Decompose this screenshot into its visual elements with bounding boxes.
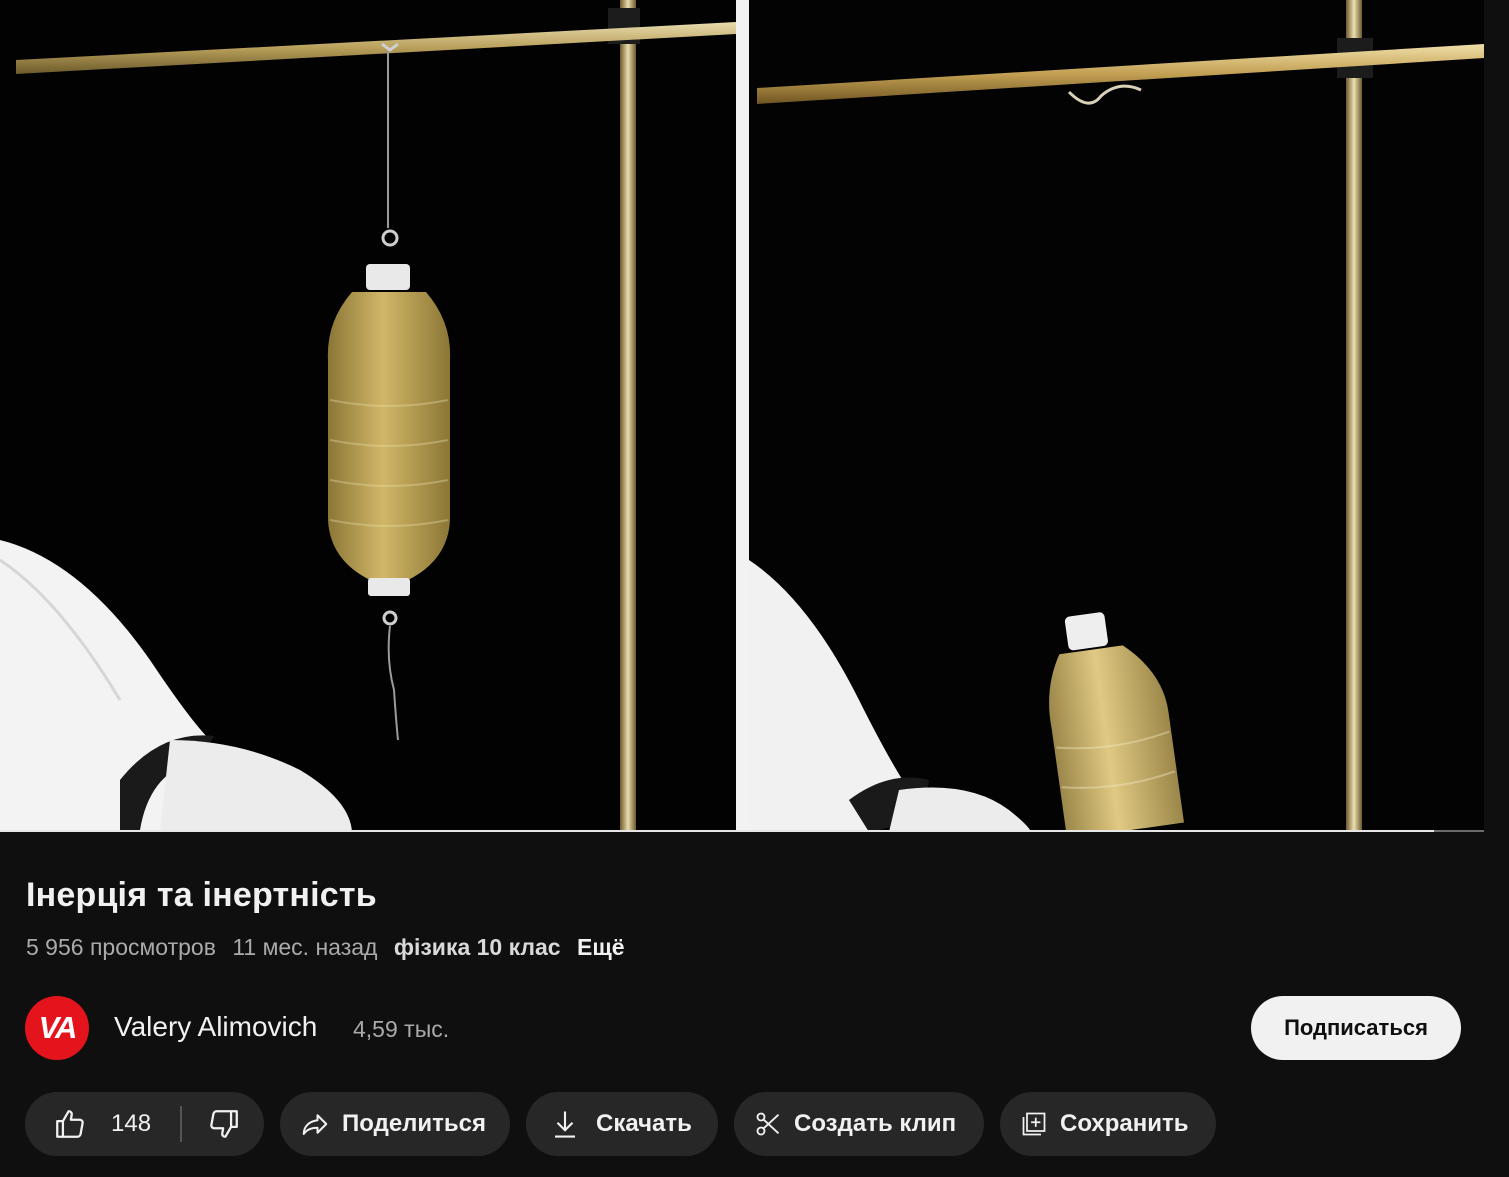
create-clip-label: Создать клип bbox=[794, 1110, 957, 1137]
channel-row: VA Valery Alimovich 4,59 тыс. Подписатьс… bbox=[25, 996, 1465, 1060]
subscriber-count: 4,59 тыс. bbox=[353, 1016, 450, 1042]
share-label: Поделиться bbox=[342, 1110, 487, 1137]
create-clip-button[interactable]: Создать клип bbox=[734, 1092, 984, 1156]
progress-bar[interactable] bbox=[0, 830, 1484, 832]
scissors-icon bbox=[756, 1112, 780, 1136]
download-label: Скачать bbox=[596, 1110, 692, 1137]
like-button[interactable]: 148 bbox=[25, 1092, 180, 1156]
scrollbar-gutter bbox=[1484, 0, 1509, 1177]
like-separator bbox=[180, 1106, 182, 1142]
channel-avatar[interactable]: VA bbox=[25, 996, 89, 1060]
video-player[interactable] bbox=[0, 0, 1484, 832]
share-icon bbox=[302, 1114, 328, 1135]
dislike-button[interactable] bbox=[183, 1092, 264, 1156]
progress-fill bbox=[0, 830, 1434, 832]
save-button[interactable]: Сохранить bbox=[1000, 1092, 1216, 1156]
video-frame-left bbox=[0, 0, 736, 832]
subscribe-button[interactable]: Подписаться bbox=[1251, 996, 1461, 1060]
save-playlist-icon bbox=[1022, 1112, 1046, 1136]
frame-divider bbox=[736, 0, 749, 832]
hashtag-link[interactable]: фізика 10 клас bbox=[394, 934, 561, 960]
download-icon bbox=[555, 1111, 575, 1138]
share-button[interactable]: Поделиться bbox=[280, 1092, 510, 1156]
thumbs-down-icon bbox=[209, 1110, 238, 1138]
view-count: 5 956 просмотров bbox=[26, 934, 216, 960]
download-button[interactable]: Скачать bbox=[526, 1092, 718, 1156]
save-label: Сохранить bbox=[1060, 1110, 1189, 1137]
thumbs-up-icon bbox=[56, 1110, 84, 1138]
upload-date: 11 мес. назад bbox=[232, 934, 378, 960]
show-more-link[interactable]: Ещё bbox=[577, 934, 625, 960]
channel-name[interactable]: Valery Alimovich bbox=[114, 1011, 317, 1043]
video-meta: 5 956 просмотров 11 мес. назад фізика 10… bbox=[26, 934, 635, 961]
like-dislike-group: 148 bbox=[25, 1092, 264, 1156]
video-title: Інерція та інертність bbox=[26, 876, 377, 914]
like-count: 148 bbox=[111, 1110, 152, 1137]
video-frame-right bbox=[749, 0, 1484, 832]
